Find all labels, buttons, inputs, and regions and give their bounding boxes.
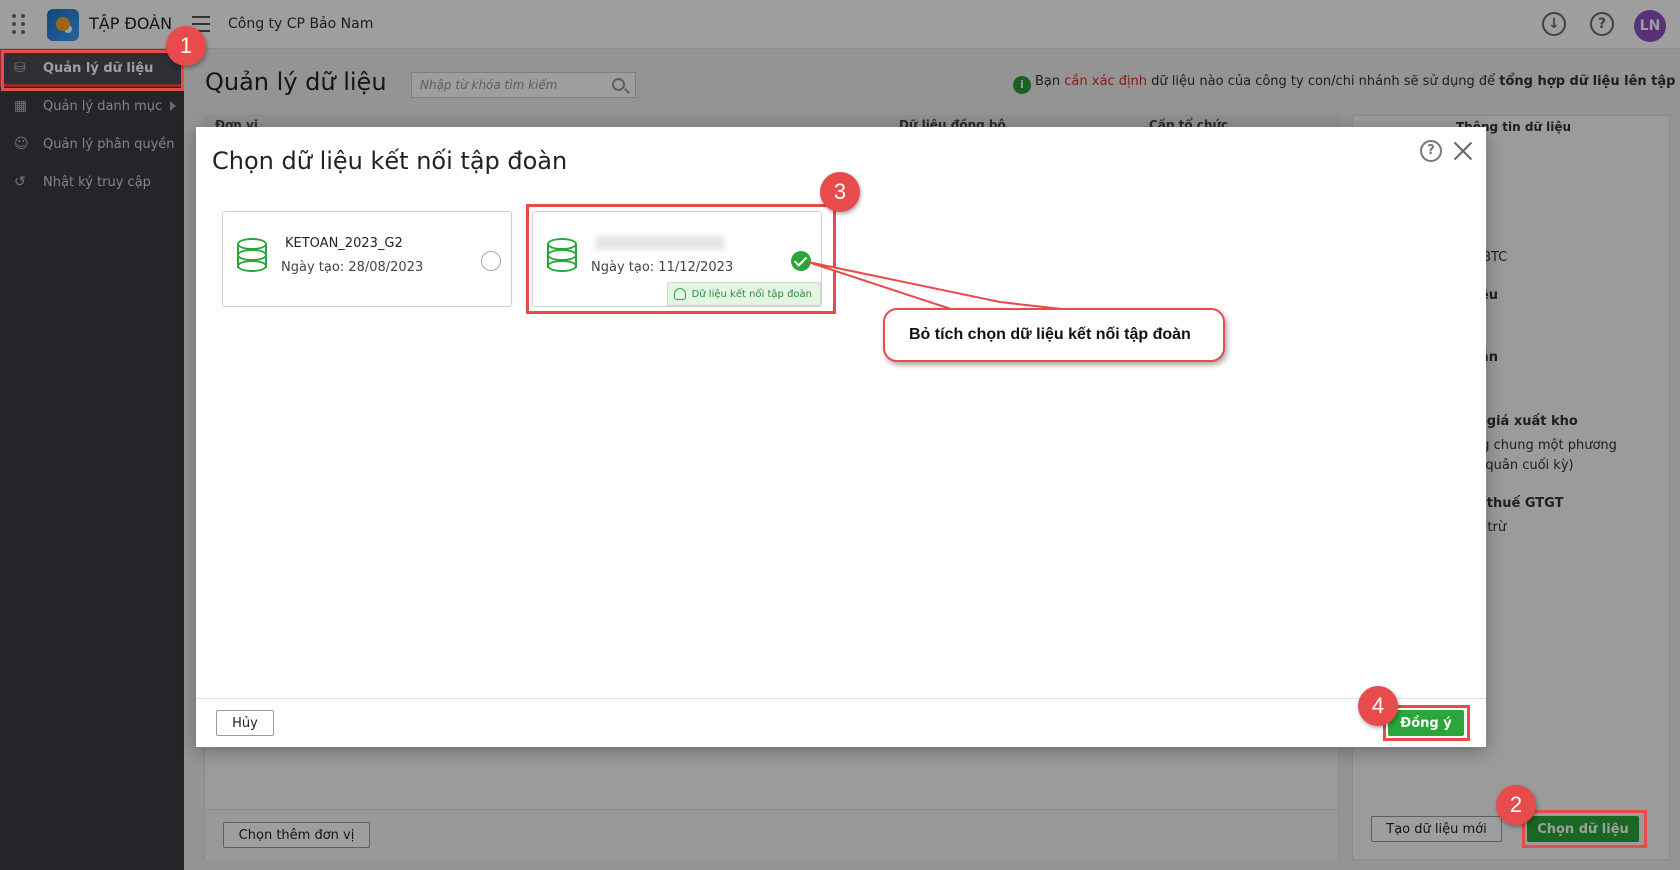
callout-pointer	[807, 261, 1071, 320]
callout-note: Bỏ tích chọn dữ liệu kết nối tập đoàn	[883, 308, 1225, 362]
